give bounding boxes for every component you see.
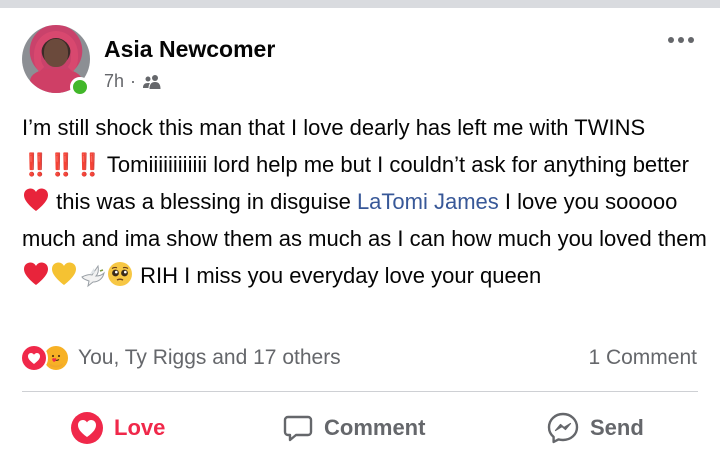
avatar-face	[44, 39, 68, 67]
post-actions-bar: Love Comment Send	[0, 400, 720, 456]
dove-emoji	[78, 260, 106, 288]
friends-icon[interactable]	[142, 74, 162, 90]
actions-divider	[22, 391, 698, 392]
post-text-part: Tomiiiiiiiiiiii lord help me but I could…	[101, 152, 689, 177]
post-text-part: this was a blessing in disguise	[50, 189, 357, 214]
author-name[interactable]: Asia Newcomer	[104, 36, 275, 63]
send-button[interactable]: Send	[546, 400, 644, 456]
top-divider-strip	[0, 0, 720, 8]
post-text: I’m still shock this man that I love dea…	[22, 109, 712, 294]
post-meta: 7h ·	[104, 71, 162, 92]
yellow-heart-emoji	[50, 260, 78, 288]
comments-count[interactable]: 1 Comment	[588, 346, 697, 370]
reactions-summary-text[interactable]: You, Ty Riggs and 17 others	[78, 346, 341, 370]
post-time[interactable]: 7h	[104, 71, 124, 92]
online-status-dot	[70, 77, 90, 97]
messenger-icon	[546, 411, 580, 445]
comment-button-label: Comment	[324, 415, 426, 440]
meta-separator: ·	[130, 71, 137, 91]
post-text-part: RIH I miss you everyday love your queen	[134, 263, 542, 288]
love-reaction-icon	[20, 344, 48, 372]
post-text-part: I’m still shock this man that I love dea…	[22, 115, 646, 140]
pleading-face-emoji	[106, 260, 134, 288]
comment-icon	[282, 412, 314, 444]
red-heart-emoji	[22, 260, 50, 288]
reactions-summary[interactable]: You, Ty Riggs and 17 others	[20, 344, 341, 372]
love-button[interactable]: Love	[70, 400, 165, 456]
send-button-label: Send	[590, 415, 644, 440]
mention-link[interactable]: LaTomi James	[357, 189, 499, 214]
more-options-icon[interactable]	[668, 37, 694, 43]
red-heart-emoji	[22, 186, 50, 214]
love-button-label: Love	[114, 415, 166, 440]
love-icon	[70, 411, 104, 445]
double-exclamation-emoji: ‼️‼️‼️	[22, 152, 102, 177]
comment-button[interactable]: Comment	[282, 400, 425, 456]
